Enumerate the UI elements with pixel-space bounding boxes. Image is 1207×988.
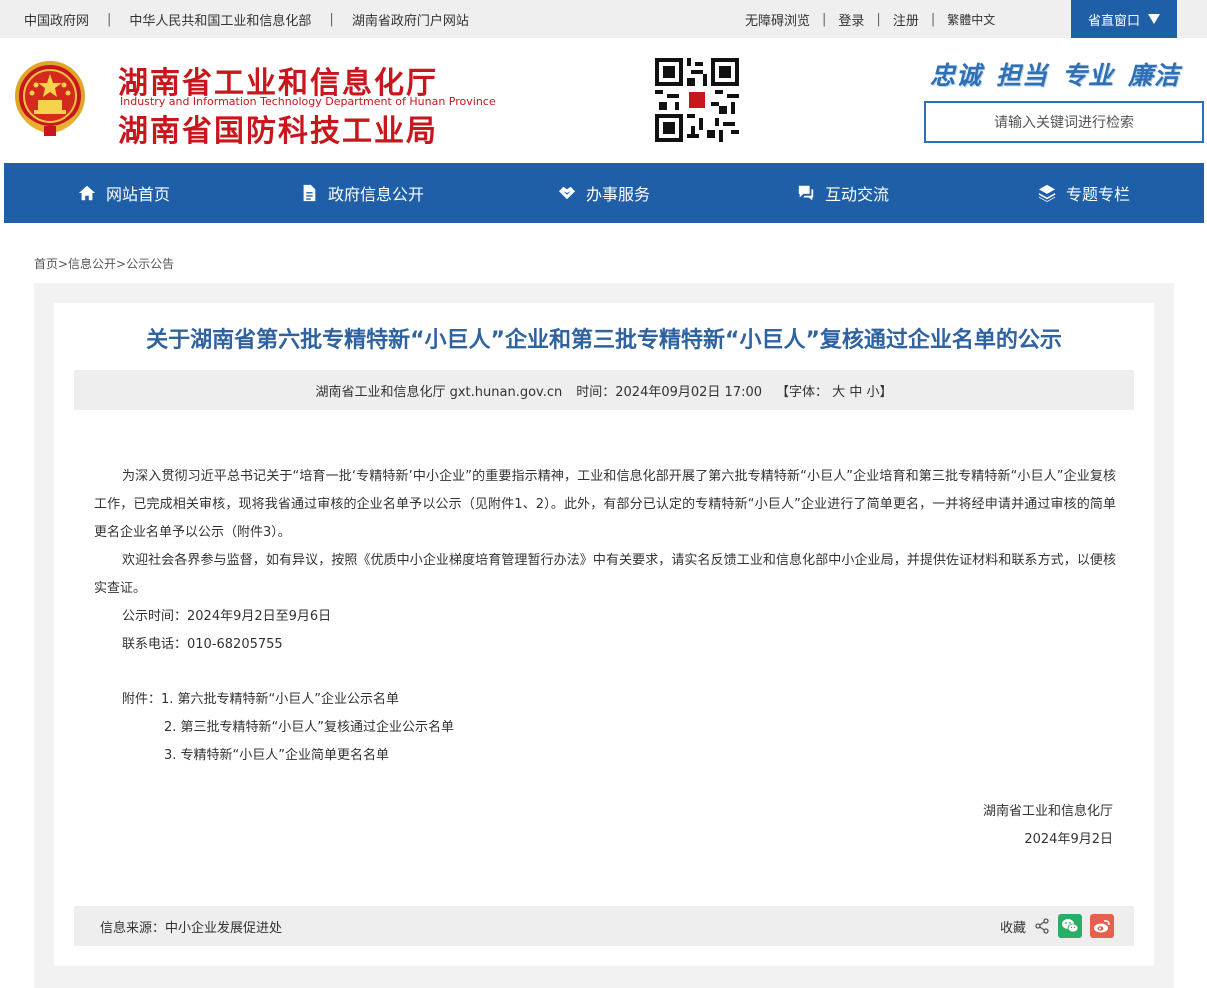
info-source: 信息来源：中小企业发展促进处 xyxy=(100,920,283,936)
slogan-word: 廉洁 xyxy=(1128,61,1181,90)
sign-date: 2024年9月2日 xyxy=(1024,832,1113,847)
nav-item-gov-info[interactable]: 政府信息公开 xyxy=(300,163,424,223)
font-medium-button[interactable]: 中 xyxy=(849,385,862,400)
font-small-button[interactable]: 小 xyxy=(866,385,879,400)
national-emblem-icon xyxy=(15,61,85,136)
home-icon xyxy=(78,185,96,201)
divider: | xyxy=(329,11,334,27)
signature: 湖南省工业和信息化厅 2024年9月2日 xyxy=(983,798,1113,854)
attachments-label: 附件： xyxy=(122,692,162,707)
divider: | xyxy=(876,11,881,27)
slogan-word: 担当 xyxy=(996,61,1049,90)
link-hunan-gov[interactable]: 湖南省政府门户网站 xyxy=(352,10,469,29)
nav-label: 政府信息公开 xyxy=(328,185,425,204)
login-link[interactable]: 登录 xyxy=(838,10,864,29)
link-miit[interactable]: 中华人民共和国工业和信息化部 xyxy=(129,10,311,29)
nav-label: 网站首页 xyxy=(106,185,171,204)
attachment-link[interactable]: 2. 第三批专精特新“小巨人”复核通过企业公示名单 xyxy=(164,720,454,735)
nav-label: 专题专栏 xyxy=(1066,185,1131,204)
weibo-share-button[interactable] xyxy=(1090,914,1114,938)
chat-icon xyxy=(798,185,814,201)
paragraph: 公示时间：2024年9月2日至9月6日 xyxy=(122,609,332,624)
paragraph: 为深入贯彻习近平总书记关于“培育一批‘专精特新’中小企业”的重要指示精神，工业和… xyxy=(94,469,1116,540)
search-input[interactable]: 请输入关键词进行检索 xyxy=(924,101,1204,143)
nav-item-interaction[interactable]: 互动交流 xyxy=(797,163,889,223)
weibo-icon xyxy=(1094,920,1110,933)
register-link[interactable]: 注册 xyxy=(893,10,919,29)
font-large-button[interactable]: 大 xyxy=(832,385,845,400)
link-gov-cn[interactable]: 中国政府网 xyxy=(24,10,89,29)
attachment-row: 2. 第三批专精特新“小巨人”复核通过企业公示名单 xyxy=(122,714,454,742)
slogan-word: 专业 xyxy=(1062,61,1115,90)
layers-icon xyxy=(1038,184,1056,202)
site-title-secondary: 湖南省国防科技工业局 xyxy=(118,114,438,149)
paragraph: 欢迎社会各界参与监督，如有异议，按照《优质中小企业梯度培育管理暂行办法》中有关要… xyxy=(94,553,1116,596)
accessible-browse-link[interactable]: 无障碍浏览 xyxy=(745,10,810,29)
article-footer-bar: 信息来源：中小企业发展促进处 收藏 xyxy=(74,906,1134,946)
nav-item-home[interactable]: 网站首页 xyxy=(78,163,170,223)
nav-item-topics[interactable]: 专题专栏 xyxy=(1038,163,1130,223)
share-tools: 收藏 xyxy=(1000,906,1114,946)
province-window-dropdown[interactable]: 省直窗口 xyxy=(1071,0,1177,38)
attachment-link[interactable]: 3. 专精特新“小巨人”企业简单更名名单 xyxy=(164,748,389,763)
article-title: 关于湖南省第六批专精特新“小巨人”企业和第三批专精特新“小巨人”复核通过企业名单… xyxy=(146,328,1062,353)
top-links: 中国政府网 | 中华人民共和国工业和信息化部 | 湖南省政府门户网站 xyxy=(24,0,469,38)
publisher: 湖南省工业和信息化厅 gxt.hunan.gov.cn xyxy=(315,384,563,400)
main-nav: 网站首页 政府信息公开 办事服务 互动交流 专题专栏 xyxy=(4,163,1204,223)
paragraph: 联系电话：010-68205755 xyxy=(122,637,283,652)
attachments: 附件：1. 第六批专精特新“小巨人”企业公示名单 2. 第三批专精特新“小巨人”… xyxy=(122,686,454,770)
divider: | xyxy=(822,11,827,27)
nav-label: 办事服务 xyxy=(586,185,651,204)
attachment-row: 3. 专精特新“小巨人”企业简单更名名单 xyxy=(122,742,454,770)
handshake-icon xyxy=(558,186,576,200)
breadcrumb[interactable]: 首页>信息公开>公示公告 xyxy=(34,255,174,272)
traditional-chinese-link[interactable]: 繁體中文 xyxy=(947,11,995,28)
sign-org: 湖南省工业和信息化厅 xyxy=(982,804,1113,819)
wechat-icon xyxy=(1062,919,1079,933)
article-body: 为深入贯彻习近平总书记关于“培育一批‘专精特新’中小企业”的重要指示精神，工业和… xyxy=(94,463,1116,659)
attachment-row: 附件：1. 第六批专精特新“小巨人”企业公示名单 xyxy=(122,686,454,714)
font-size-close: 】 xyxy=(879,384,893,400)
divider: | xyxy=(107,11,112,27)
wechat-share-button[interactable] xyxy=(1058,914,1082,938)
publish-time: 时间：2024年09月02日 17:00 xyxy=(576,384,763,400)
nav-item-services[interactable]: 办事服务 xyxy=(558,163,650,223)
collect-button[interactable]: 收藏 xyxy=(1000,917,1026,936)
divider: | xyxy=(930,11,936,27)
font-size-label: 【字体： xyxy=(776,384,829,400)
province-window-label: 省直窗口 xyxy=(1087,13,1140,29)
document-icon xyxy=(303,184,316,202)
slogan: 忠诚 担当 专业 廉洁 xyxy=(930,56,1194,92)
top-right-links: 无障碍浏览 | 登录 | 注册 | 繁體中文 xyxy=(745,0,995,38)
nav-label: 互动交流 xyxy=(825,185,890,204)
qr-code-icon xyxy=(655,58,739,142)
article-meta: 湖南省工业和信息化厅 gxt.hunan.gov.cn 时间：2024年09月0… xyxy=(74,370,1134,410)
top-bar: 中国政府网 | 中华人民共和国工业和信息化部 | 湖南省政府门户网站 无障碍浏览… xyxy=(0,0,1207,38)
triangle-down-icon xyxy=(1148,14,1160,24)
attachment-link[interactable]: 1. 第六批专精特新“小巨人”企业公示名单 xyxy=(161,692,399,707)
slogan-word: 忠诚 xyxy=(930,61,983,90)
font-size-control: 【字体： 大 中 小】 xyxy=(776,381,893,400)
share-icon[interactable] xyxy=(1034,918,1050,934)
